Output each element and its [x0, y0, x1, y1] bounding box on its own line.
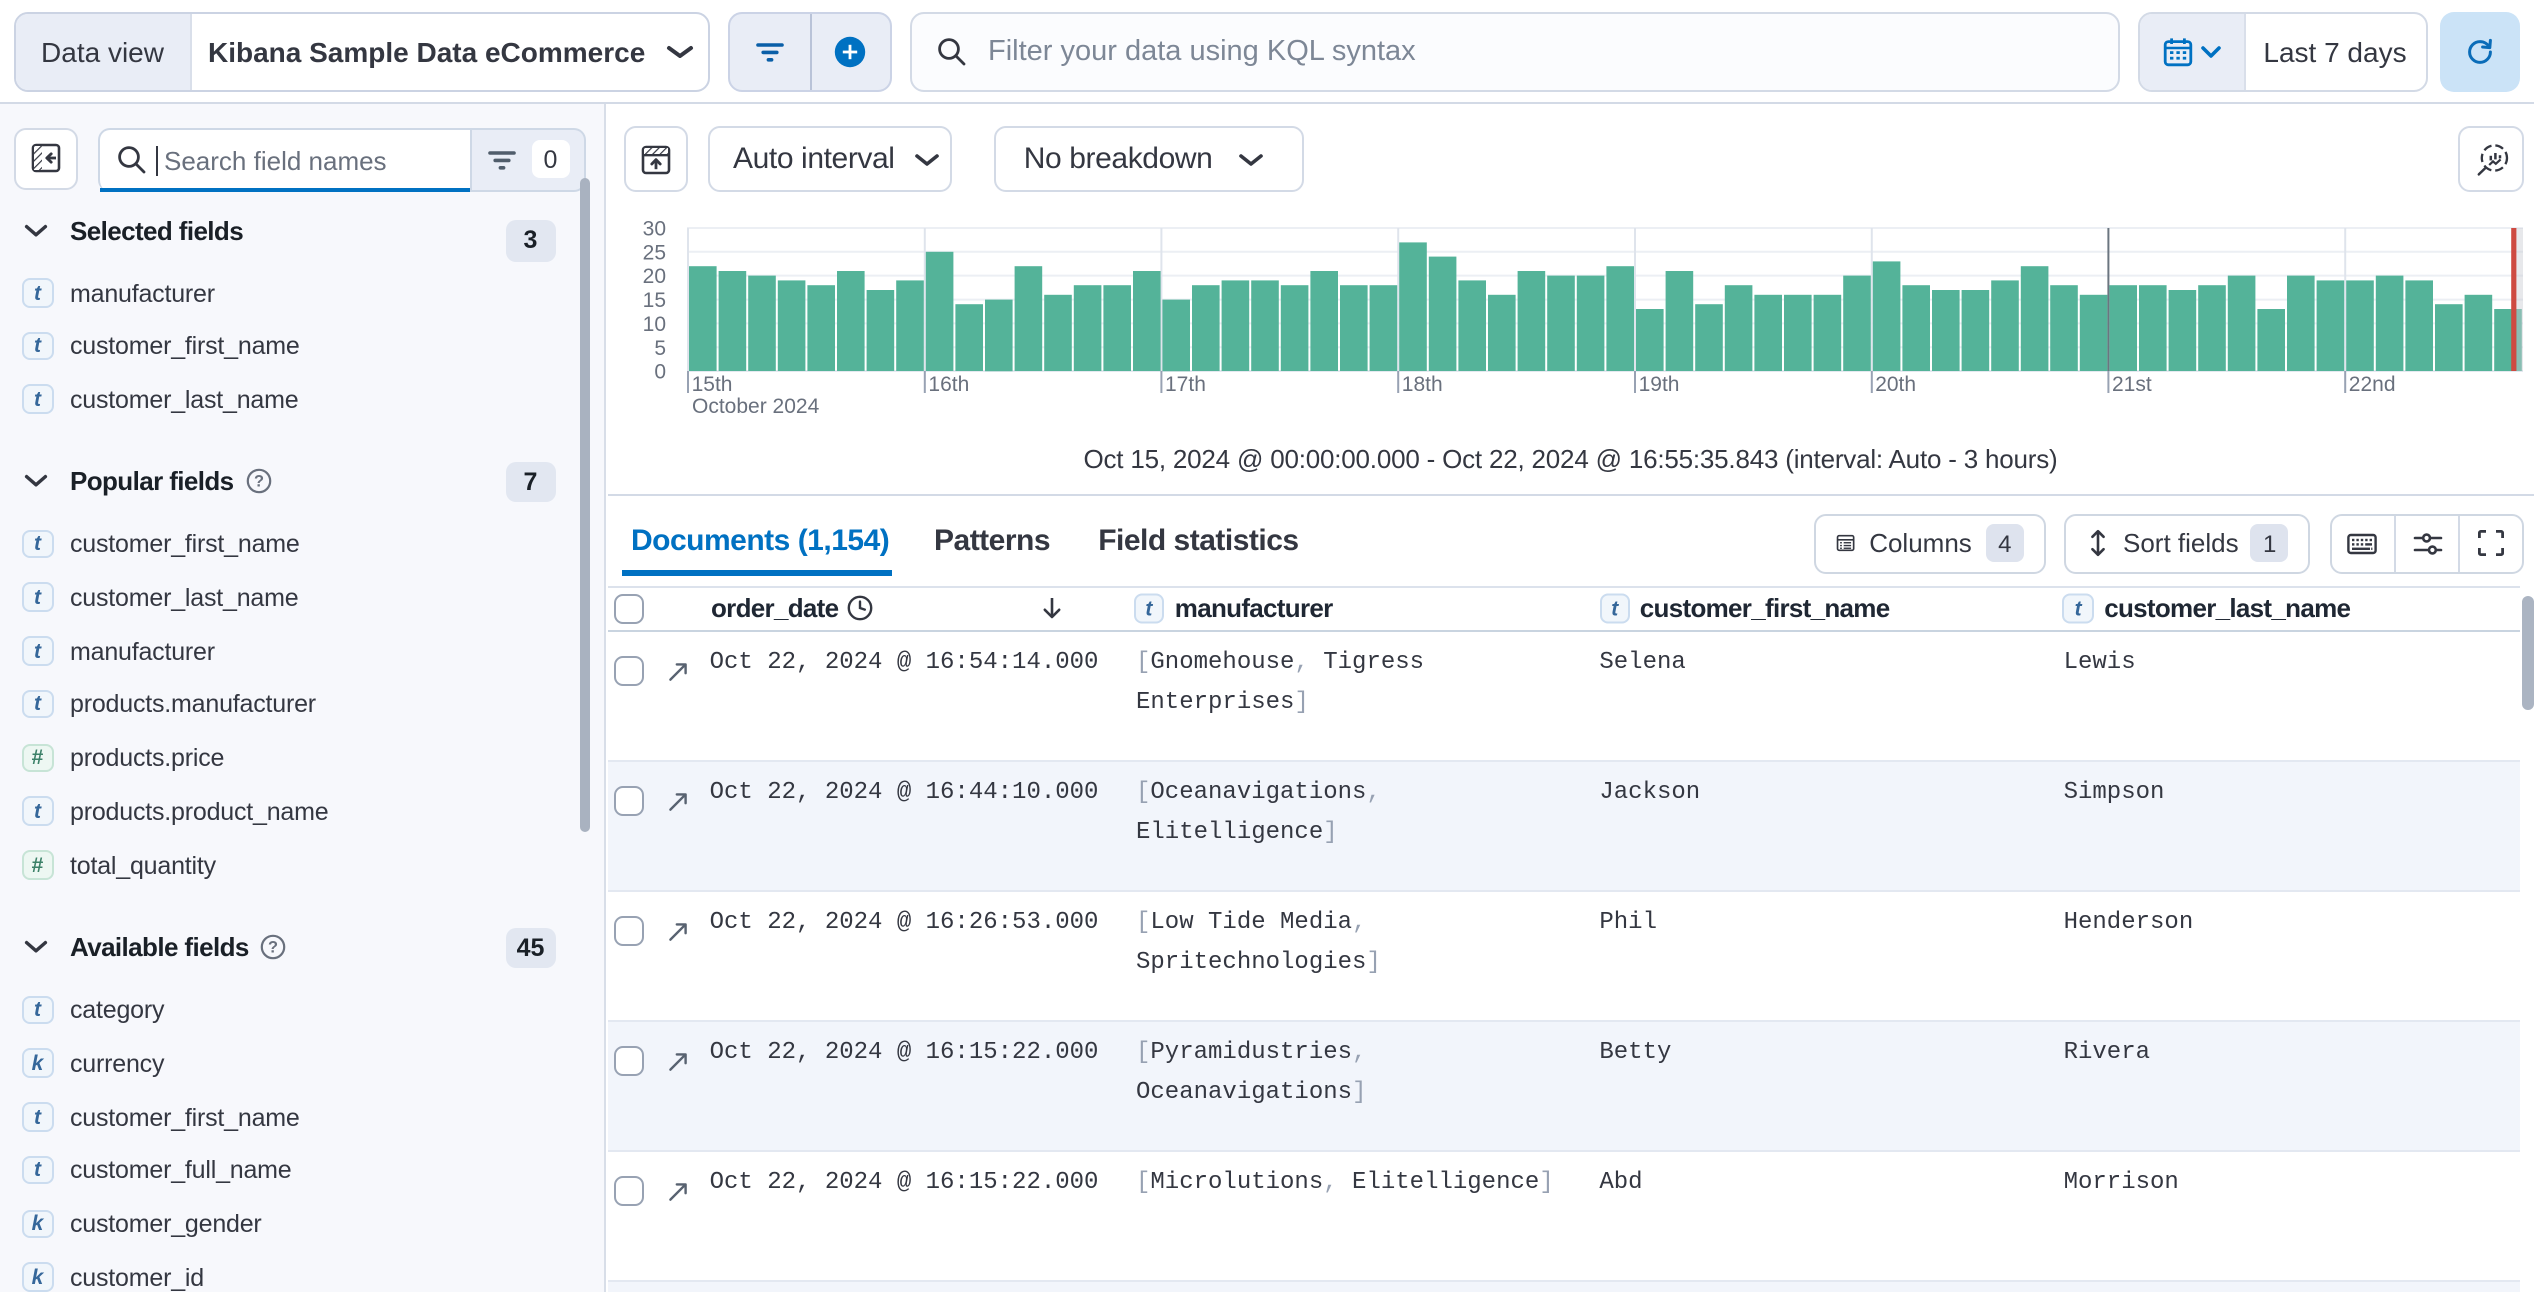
svg-text:25: 25 [642, 241, 665, 264]
svg-text:30: 30 [642, 218, 665, 241]
svg-text:16th: 16th [927, 373, 968, 396]
svg-text:15th: 15th [691, 373, 732, 396]
svg-text:10: 10 [642, 313, 665, 336]
svg-text:15: 15 [642, 289, 665, 312]
svg-text:22nd: 22nd [2348, 373, 2395, 396]
svg-text:20th: 20th [1874, 373, 1915, 396]
svg-text:20: 20 [642, 265, 665, 288]
svg-text:5: 5 [653, 337, 665, 360]
svg-text:0: 0 [653, 361, 665, 384]
svg-text:21st: 21st [2111, 373, 2151, 396]
svg-text:?: ? [254, 472, 264, 490]
svg-text:17th: 17th [1164, 373, 1205, 396]
svg-text:October 2024: October 2024 [691, 395, 819, 418]
svg-text:18th: 18th [1401, 373, 1442, 396]
svg-text:?: ? [269, 938, 279, 956]
svg-text:19th: 19th [1638, 373, 1679, 396]
